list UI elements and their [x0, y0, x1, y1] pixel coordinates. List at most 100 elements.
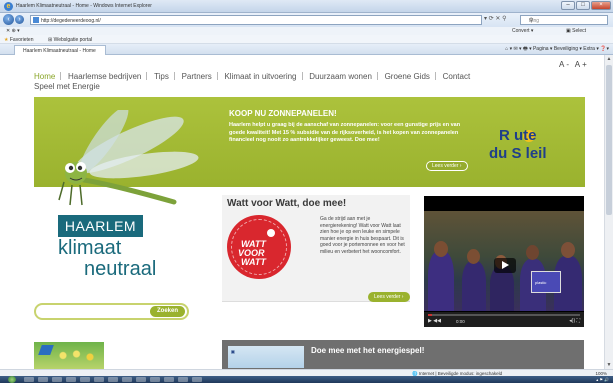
dragonfly-illustration — [58, 110, 199, 206]
route-du-soleil-logo[interactable]: R ute du S leil — [489, 127, 571, 175]
taskbar-app-icon[interactable] — [164, 377, 174, 382]
scrollbar-thumb[interactable] — [606, 65, 612, 215]
nav-home[interactable]: Home — [34, 72, 55, 81]
site-search-input[interactable]: Zoeken — [34, 303, 189, 320]
person-head — [467, 249, 480, 264]
forward-button[interactable]: › — [15, 15, 24, 24]
nav-separator — [434, 72, 436, 80]
person-head — [526, 245, 539, 260]
system-tray[interactable]: ▴ ⚑ 🔊 — [596, 377, 609, 382]
tab-row: Haarlem Klimaatneutraal - Home ⌂ ▾ ✉ ▾ 🖶… — [0, 44, 613, 55]
logo-neutraal: neutraal — [84, 258, 157, 280]
nav-separator — [173, 72, 175, 80]
logo-haarlem: HAARLEM — [58, 215, 143, 237]
close-button[interactable]: × — [591, 1, 611, 10]
thumbnail-badge-icon: ▣ — [231, 349, 235, 354]
nav-separator — [301, 72, 303, 80]
scroll-up-icon[interactable]: ▲ — [606, 56, 612, 62]
taskbar-app-icon[interactable] — [66, 377, 76, 382]
taskbar-app-icon[interactable] — [178, 377, 188, 382]
star-icon: ★ — [4, 37, 9, 43]
lightbulb-icon — [267, 229, 275, 237]
nav-separator — [376, 72, 378, 80]
video-time: 0:00 — [456, 319, 465, 324]
suggested-sites-link[interactable]: ⊞ Webslgatie portal — [48, 37, 92, 43]
banner-read-more-button[interactable]: Lees verder › — [426, 161, 469, 171]
window-title: Haarlem Klimaatneutraal - Home - Windows… — [16, 3, 152, 9]
nav-speel-met-energie[interactable]: Speel met Energie — [34, 82, 100, 91]
address-tools[interactable]: ▾ ⟳ ✕ ⚲ — [484, 15, 506, 22]
energiespel-panel[interactable]: ▣ Doe mee met het energiespel! — [222, 340, 584, 369]
energiespel-title: Doe mee met het energiespel! — [311, 346, 425, 355]
route-logo-line1: R ute — [499, 127, 537, 144]
taskbar-app-icon[interactable] — [38, 377, 48, 382]
taskbar-app-icon[interactable] — [136, 377, 146, 382]
video-player[interactable]: plastic ▶ ◀◀ 0:00 ◂)) ⛶ — [424, 196, 584, 327]
command-bar[interactable]: ⌂ ▾ ✉ ▾ 🖶 ▾ Pagina ▾ Beveiliging ▾ Extra… — [505, 46, 609, 54]
taskbar-app-icon[interactable] — [24, 377, 34, 382]
search-icon[interactable]: ⚲ — [529, 17, 605, 24]
taskbar-app-icon[interactable] — [80, 377, 90, 382]
play-button[interactable] — [494, 258, 516, 273]
favorites-button[interactable]: ★ Favorieten — [4, 37, 34, 43]
nav-klimaat-in-uitvoering[interactable]: Klimaat in uitvoering — [224, 72, 296, 81]
person-figure — [428, 251, 454, 311]
windows-taskbar: ▴ ⚑ 🔊 — [0, 376, 613, 383]
flowers-image — [54, 348, 99, 363]
tab-active[interactable]: Haarlem Klimaatneutraal - Home — [14, 45, 106, 55]
convert-button[interactable]: Convert ▾ — [512, 28, 533, 34]
fullscreen-icon[interactable]: ◂)) ⛶ — [569, 318, 580, 324]
person-figure — [462, 261, 486, 311]
taskbar-app-icon[interactable] — [150, 377, 160, 382]
search-submit-button[interactable]: Zoeken — [149, 306, 185, 317]
menu-arrows[interactable]: ✕ ⊕ ▾ — [6, 28, 20, 34]
select-button[interactable]: ▣ Select — [566, 28, 586, 34]
search-box[interactable]: Bing ⚲ — [520, 15, 608, 25]
taskbar-app-icon[interactable] — [94, 377, 104, 382]
promo-thumbnail[interactable] — [34, 342, 104, 369]
watt-description: Ga de strijd aan met je energierekening!… — [320, 216, 405, 255]
watt-title: Watt voor Watt, doe mee! — [227, 198, 347, 209]
nav-groene-gids[interactable]: Groene Gids — [385, 72, 430, 81]
haarlem-klimaatneutraal-logo[interactable]: HAARLEM klimaat neutraal — [58, 215, 168, 279]
taskbar-app-icon[interactable] — [52, 377, 62, 382]
start-button[interactable] — [8, 376, 16, 383]
banner-body: Haarlem helpt u graag bij de aanschaf va… — [229, 122, 461, 143]
video-frame: plastic — [424, 211, 584, 311]
taskbar-app-icon[interactable] — [108, 377, 118, 382]
address-bar[interactable]: http://degedeneerdeoog.nl/ — [30, 15, 482, 25]
favorites-bar: ★ Favorieten ⊞ Webslgatie portal — [0, 35, 613, 44]
person-head — [561, 242, 575, 258]
nav-contact[interactable]: Contact — [443, 72, 471, 81]
nav-separator — [216, 72, 218, 80]
status-bar: 🌐 Internet | Beveiligde modus: ingeschak… — [0, 369, 613, 376]
watt-voor-watt-logo[interactable]: WATT VOOR WATT — [227, 215, 291, 279]
play-pause-icon[interactable]: ▶ ◀◀ — [428, 318, 441, 324]
nav-partners[interactable]: Partners — [182, 72, 212, 81]
back-button[interactable]: ‹ — [3, 14, 14, 25]
font-size-control[interactable]: A- A+ — [559, 60, 589, 69]
scroll-down-icon[interactable]: ▼ — [606, 362, 612, 368]
tab-label: Haarlem Klimaatneutraal - Home — [23, 48, 96, 54]
menu-row: ✕ ⊕ ▾ Convert ▾ ▣ Select — [0, 27, 613, 35]
page-icon — [33, 17, 39, 23]
energiespel-thumbnail: ▣ — [228, 346, 304, 368]
maximize-button[interactable]: □ — [576, 1, 590, 10]
nav-duurzaam-wonen[interactable]: Duurzaam wonen — [309, 72, 372, 81]
vertical-scrollbar[interactable]: ▲ ▼ — [604, 55, 613, 369]
person-head — [434, 241, 448, 257]
route-logo-line2: du S leil — [489, 145, 547, 162]
banner-heading: KOOP NU ZONNEPANELEN! — [229, 109, 337, 118]
minimize-button[interactable]: – — [561, 1, 575, 10]
address-text: http://degedeneerdeoog.nl/ — [41, 18, 101, 24]
address-row: ‹ › http://degedeneerdeoog.nl/ ▾ ⟳ ✕ ⚲ B… — [0, 13, 613, 27]
nav-tips[interactable]: Tips — [154, 72, 169, 81]
nav-haarlemse-bedrijven[interactable]: Haarlemse bedrijven — [68, 72, 141, 81]
video-progress-bar[interactable] — [428, 314, 580, 316]
watt-read-more-button[interactable]: Lees verder › — [368, 292, 411, 302]
window-titlebar: e Haarlem Klimaatneutraal - Home - Windo… — [0, 0, 613, 13]
taskbar-app-icon[interactable] — [192, 377, 202, 382]
taskbar-app-icon[interactable] — [122, 377, 132, 382]
logo-word-3: WATT — [241, 257, 266, 267]
main-navigation: Home Haarlemse bedrijven Tips Partners K… — [34, 72, 574, 81]
